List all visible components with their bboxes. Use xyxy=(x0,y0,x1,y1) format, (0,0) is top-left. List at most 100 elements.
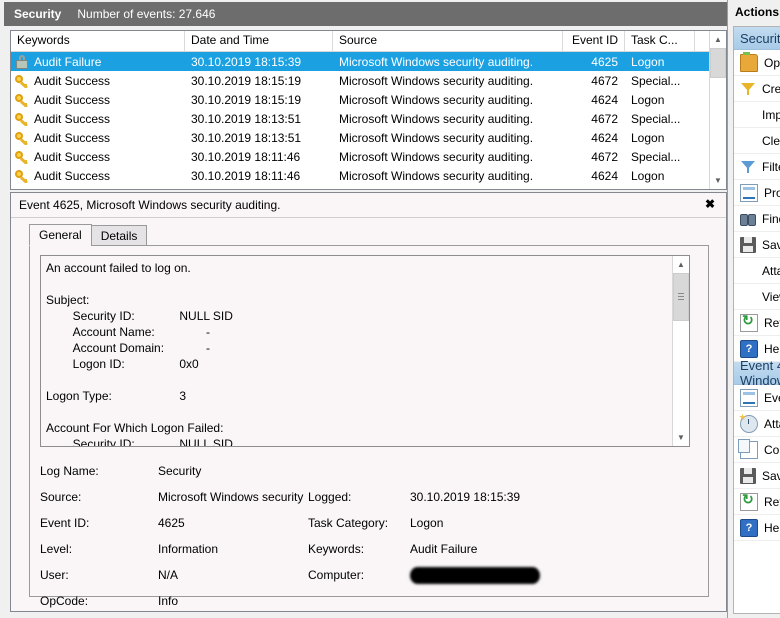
table-row[interactable]: Audit Success 30.10.2019 18:13:51 Microsof… xyxy=(11,128,709,147)
column-header-datetime[interactable]: Date and Time xyxy=(185,31,333,51)
help-icon: ? xyxy=(740,339,758,358)
metadata-row-log-name: Log Name: Security xyxy=(40,458,695,484)
metadata-row-level: Level: Information Keywords: Audit Failu… xyxy=(40,536,695,562)
action-item[interactable]: Refresh xyxy=(734,310,780,336)
description-scroll-down-icon[interactable]: ▼ xyxy=(673,429,689,446)
action-item-label: Filter Current Log... xyxy=(762,159,780,174)
action-item-label: Open Saved Log... xyxy=(764,55,780,70)
event-id-value: 4625 xyxy=(158,516,185,530)
column-header-keywords[interactable]: Keywords xyxy=(11,31,185,51)
action-item-label: Attach a Task To this Log... xyxy=(762,263,780,278)
key-icon xyxy=(15,131,29,145)
keywords-text: Audit Success xyxy=(34,111,111,126)
console-pane: Security Number of events: 27.646 Keywor… xyxy=(0,0,728,618)
save-icon xyxy=(740,236,756,253)
details-tabs: General Details xyxy=(11,224,726,246)
cell-datetime: 30.10.2019 18:11:46 xyxy=(191,168,301,183)
action-item[interactable]: Save All Events As... xyxy=(734,232,780,258)
event-list[interactable]: Keywords Date and Time Source Event ID T… xyxy=(10,30,727,190)
table-row[interactable]: Audit Failure 30.10.2019 18:15:39 Microsof… xyxy=(11,52,709,71)
tab-details[interactable]: Details xyxy=(90,225,148,246)
cell-task-category: Logon xyxy=(631,130,665,145)
action-item[interactable]: Properties xyxy=(734,180,780,206)
action-item[interactable]: Attach Task To This Event... xyxy=(734,411,780,437)
column-header-source[interactable]: Source xyxy=(333,31,563,51)
actions-section-header: Event 4625, Microsoft Windows security a… xyxy=(734,358,780,388)
cell-event-id: 4624 xyxy=(591,130,618,145)
action-item-label: Clear Log... xyxy=(762,133,780,148)
action-item[interactable]: Save Selected Events... xyxy=(734,463,780,489)
logged-label: Logged: xyxy=(308,490,352,504)
event-list-header: Keywords Date and Time Source Event ID T… xyxy=(11,31,709,52)
event-details-pane: Event 4625, Microsoft Windows security a… xyxy=(10,192,727,612)
log-name-value: Security xyxy=(158,464,202,478)
action-item[interactable]: Clear Log... xyxy=(734,128,780,154)
log-title-bar: Security Number of events: 27.646 xyxy=(4,2,727,26)
cell-event-id: 4672 xyxy=(591,149,618,164)
table-row[interactable]: Audit Success 30.10.2019 18:11:46 Microsof… xyxy=(11,166,709,185)
keywords-text: Audit Success xyxy=(34,168,111,183)
tab-general[interactable]: General xyxy=(29,224,92,246)
action-item[interactable]: Open Saved Log... xyxy=(734,50,780,76)
user-label: User: xyxy=(40,568,69,582)
key-icon xyxy=(15,169,29,183)
actions-list: Security Open Saved Log... Create Custom V… xyxy=(733,26,780,614)
event-description-text: An account failed to log on. Subject: Se… xyxy=(41,256,672,446)
action-item[interactable]: Import Custom View... xyxy=(734,102,780,128)
event-list-scrollbar[interactable]: ▲ ▼ xyxy=(709,31,726,189)
cell-source: Microsoft Windows security auditing. xyxy=(339,168,534,183)
description-scroll-thumb[interactable] xyxy=(673,273,689,321)
action-item[interactable]: Find... xyxy=(734,206,780,232)
task-category-value: Logon xyxy=(410,516,444,530)
scroll-down-icon[interactable]: ▼ xyxy=(710,172,726,189)
action-item-label: Copy xyxy=(764,442,780,457)
cell-source: Microsoft Windows security auditing. xyxy=(339,130,534,145)
event-details-title: Event 4625, Microsoft Windows security a… xyxy=(19,198,281,212)
cell-datetime: 30.10.2019 18:15:39 xyxy=(191,54,302,69)
close-icon[interactable]: ✖ xyxy=(702,196,718,212)
action-item[interactable]: ? Help xyxy=(734,515,780,541)
action-item[interactable]: View xyxy=(734,284,780,310)
cell-event-id: 4624 xyxy=(591,92,618,107)
scroll-thumb[interactable] xyxy=(710,48,726,78)
help-icon: ? xyxy=(740,518,758,537)
action-item[interactable]: Create Custom View... xyxy=(734,76,780,102)
column-header-event-id[interactable]: Event ID xyxy=(563,31,625,51)
column-header-task-category[interactable]: Task C... xyxy=(625,31,695,51)
cell-event-id: 4624 xyxy=(591,168,618,183)
event-id-label: Event ID: xyxy=(40,516,90,530)
create-custom-view-icon xyxy=(740,81,756,97)
metadata-row-more-information: More Information: Event Log Online Help xyxy=(40,614,695,618)
keywords-text: Audit Success xyxy=(34,130,111,145)
action-item[interactable]: Filter Current Log... xyxy=(734,154,780,180)
scroll-track[interactable] xyxy=(710,48,726,172)
cell-source: Microsoft Windows security auditing. xyxy=(339,92,534,107)
cell-keywords: Audit Success xyxy=(11,93,185,107)
logged-value: 30.10.2019 18:15:39 xyxy=(410,490,521,504)
keywords-value: Audit Failure xyxy=(410,542,478,556)
description-scroll-track[interactable] xyxy=(673,273,689,429)
cell-datetime: 30.10.2019 18:15:19 xyxy=(191,73,302,88)
table-row[interactable]: Audit Success 30.10.2019 18:15:19 Microsof… xyxy=(11,71,709,90)
description-scroll-up-icon[interactable]: ▲ xyxy=(673,256,689,273)
action-item[interactable]: Attach a Task To this Log... xyxy=(734,258,780,284)
cell-datetime: 30.10.2019 18:13:51 xyxy=(191,111,302,126)
action-item[interactable]: Copy xyxy=(734,437,780,463)
keywords-text: Audit Success xyxy=(34,149,111,164)
table-row[interactable]: Audit Success 30.10.2019 18:13:51 Microsof… xyxy=(11,109,709,128)
action-item-label: Create Custom View... xyxy=(762,81,780,96)
event-rows: Audit Failure 30.10.2019 18:15:39 Microsof… xyxy=(11,52,709,185)
source-value: Microsoft Windows security xyxy=(158,490,304,504)
cell-source: Microsoft Windows security auditing. xyxy=(339,54,534,69)
action-item[interactable]: Event Properties xyxy=(734,385,780,411)
action-item[interactable]: Refresh xyxy=(734,489,780,515)
action-item-label: Properties xyxy=(764,185,780,200)
description-scrollbar[interactable]: ▲ ▼ xyxy=(672,256,689,446)
redaction-mark xyxy=(410,566,540,584)
table-row[interactable]: Audit Success 30.10.2019 18:15:19 Microsof… xyxy=(11,90,709,109)
table-row[interactable]: Audit Success 30.10.2019 18:11:46 Microsof… xyxy=(11,147,709,166)
event-description-box[interactable]: An account failed to log on. Subject: Se… xyxy=(40,255,690,447)
event-metadata: Log Name: Security Source: Microsoft Win… xyxy=(40,458,695,608)
scroll-up-icon[interactable]: ▲ xyxy=(710,31,726,48)
cell-event-id: 4625 xyxy=(591,54,618,69)
